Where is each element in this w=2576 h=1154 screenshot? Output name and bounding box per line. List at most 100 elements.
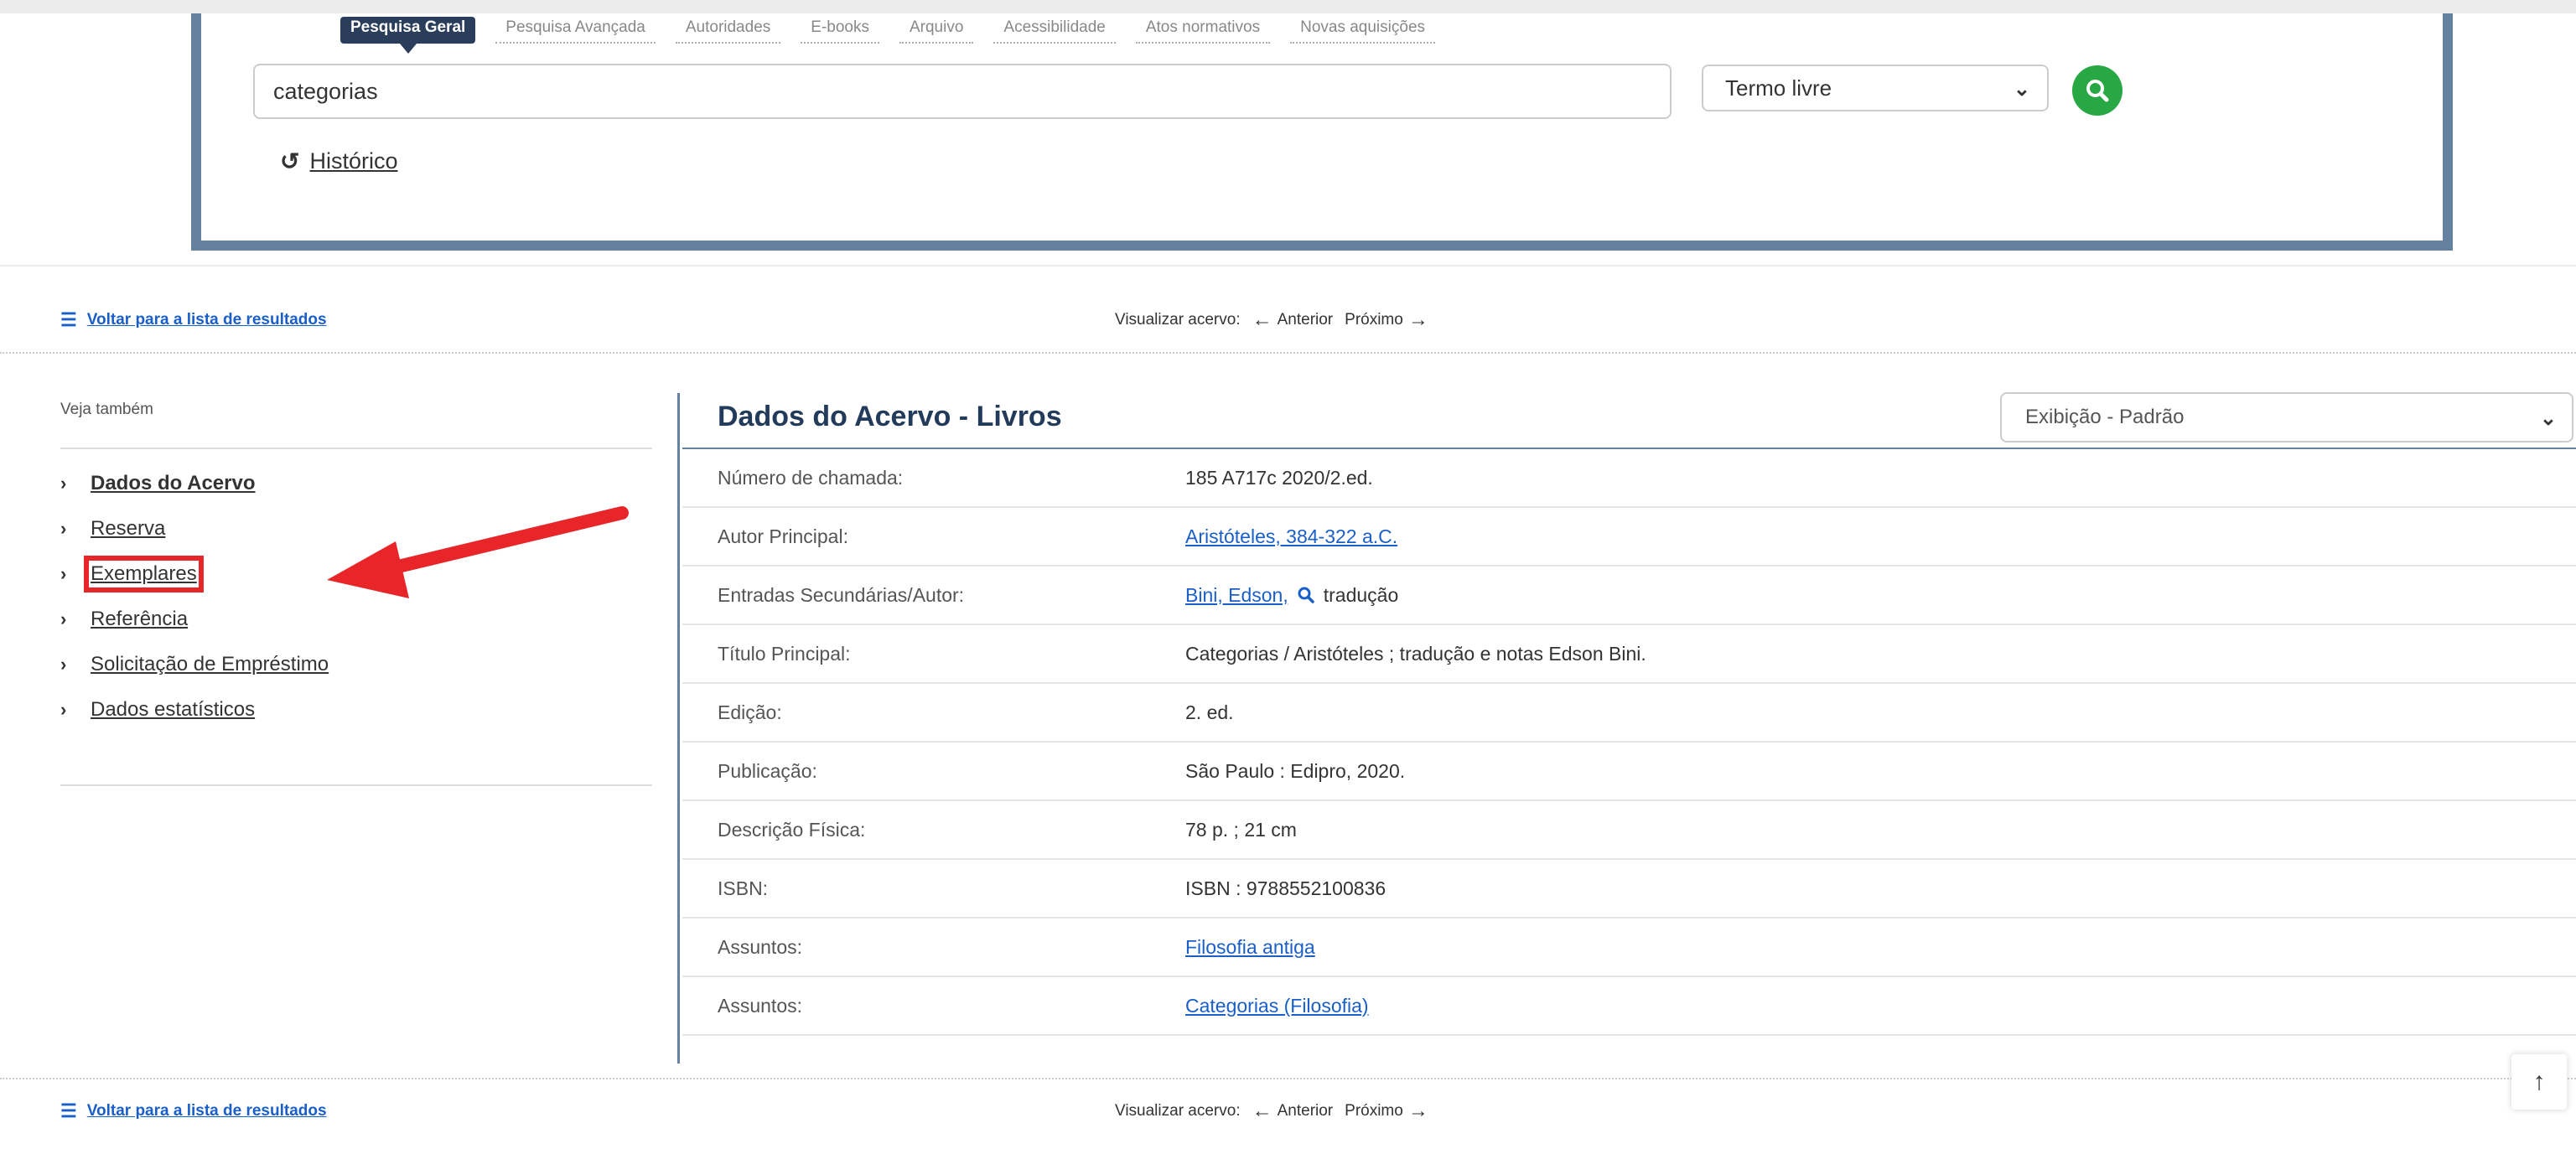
tab-pesquisa-geral[interactable]: Pesquisa Geral — [340, 17, 476, 54]
sidebar-item-label: Reserva — [91, 517, 166, 540]
field-row: Publicação: São Paulo : Edipro, 2020. — [682, 743, 2576, 801]
secondary-author-link[interactable]: Bini, Edson, — [1185, 584, 1288, 607]
field-label: Assuntos: — [718, 994, 802, 1017]
record-navigation: Visualizar acervo: ← Anterior Próximo → — [1115, 1100, 1428, 1123]
previous-button[interactable]: ← Anterior — [1252, 1100, 1334, 1123]
sidebar-item-label: Dados estatísticos — [91, 698, 256, 721]
main-content: ☰ Voltar para a lista de resultados Visu… — [0, 267, 2576, 1154]
display-mode-select[interactable]: Exibição - Padrão ⌄ — [2000, 392, 2573, 442]
field-value: Filosofia antiga — [1185, 936, 1315, 959]
sidebar-heading: Veja também — [60, 401, 153, 418]
role-text: tradução — [1323, 583, 1399, 606]
sidebar-item-label: Exemplares — [84, 556, 204, 593]
field-value: 2. ed. — [1185, 701, 1234, 724]
back-to-results-label: Voltar para a lista de resultados — [86, 1102, 327, 1120]
record-panel: Dados do Acervo - Livros Exibição - Padr… — [682, 386, 2576, 1036]
tab-atos-normativos[interactable]: Atos normativos — [1135, 17, 1271, 44]
results-nav-top: ☰ Voltar para a lista de resultados Visu… — [0, 288, 2576, 354]
field-value: São Paulo : Edipro, 2020. — [1185, 760, 1405, 783]
field-label: Edição: — [718, 701, 782, 723]
vertical-divider — [677, 393, 680, 1063]
subject-link[interactable]: Filosofia antiga — [1185, 936, 1315, 959]
back-to-results-link[interactable]: ☰ Voltar para a lista de resultados — [60, 1100, 327, 1122]
sidebar-item-referencia[interactable]: › Referência — [60, 597, 652, 642]
next-button[interactable]: Próximo → — [1345, 308, 1428, 332]
field-row: Descrição Física: 78 p. ; 21 cm — [682, 801, 2576, 860]
search-field-select-value: Termo livre — [1725, 75, 1832, 101]
search-button[interactable] — [2072, 65, 2122, 116]
back-to-results-label: Voltar para a lista de resultados — [86, 311, 327, 329]
arrow-left-icon: ← — [1252, 1100, 1272, 1122]
history-icon: ↺ — [280, 148, 300, 174]
divider — [60, 784, 652, 786]
next-label: Próximo — [1345, 1102, 1403, 1120]
previous-button[interactable]: ← Anterior — [1252, 308, 1334, 332]
arrow-left-icon: ← — [1252, 308, 1272, 331]
tab-acessibilidade[interactable]: Acessibilidade — [993, 17, 1116, 44]
tab-arquivo[interactable]: Arquivo — [899, 17, 974, 44]
field-value: 185 A717c 2020/2.ed. — [1185, 467, 1373, 489]
field-label: Número de chamada: — [718, 466, 904, 489]
back-to-results-link[interactable]: ☰ Voltar para a lista de resultados — [60, 309, 327, 331]
page: Pesquisa Geral Pesquisa Avançada Autorid… — [0, 0, 2576, 1154]
field-row: Autor Principal: Aristóteles, 384-322 a.… — [682, 508, 2576, 567]
previous-label: Anterior — [1277, 311, 1334, 329]
field-value: Aristóteles, 384-322 a.C. — [1185, 525, 1397, 548]
chevron-down-icon: ⌄ — [2013, 78, 2030, 101]
visualizar-label: Visualizar acervo: — [1115, 1102, 1241, 1120]
field-value: ISBN : 9788552100836 — [1185, 877, 1386, 900]
search-tabs: Pesquisa Geral Pesquisa Avançada Autorid… — [340, 17, 1436, 54]
author-link[interactable]: Aristóteles, 384-322 a.C. — [1185, 525, 1397, 548]
field-value-text: Categorias / Aristóteles ; tradução e no… — [1185, 642, 1646, 665]
sidebar-item-label: Solicitação de Empréstimo — [91, 653, 329, 675]
history-link[interactable]: ↺ Histórico — [280, 147, 398, 175]
search-icon[interactable] — [1297, 586, 1315, 604]
search-field-select[interactable]: Termo livre ⌄ — [1702, 65, 2049, 111]
field-row: Assuntos: Filosofia antiga — [682, 919, 2576, 977]
list-icon: ☰ — [60, 309, 77, 330]
tab-e-books[interactable]: E-books — [801, 17, 879, 44]
field-label: Publicação: — [718, 759, 817, 782]
record-title: Dados do Acervo - Livros — [718, 400, 1062, 432]
field-label: Descrição Física: — [718, 818, 866, 841]
arrow-up-icon: ↑ — [2532, 1068, 2546, 1095]
field-row: ISBN: ISBN : 9788552100836 — [682, 860, 2576, 919]
search-panel: Pesquisa Geral Pesquisa Avançada Autorid… — [191, 13, 2453, 251]
previous-label: Anterior — [1277, 1102, 1334, 1120]
search-area: Pesquisa Geral Pesquisa Avançada Autorid… — [0, 13, 2576, 265]
chevron-right-icon: › — [60, 563, 67, 584]
field-row: Edição: 2. ed. — [682, 684, 2576, 743]
chevron-down-icon: ⌄ — [2539, 407, 2557, 430]
record-fields: Número de chamada: 185 A717c 2020/2.ed. … — [682, 449, 2576, 1036]
next-button[interactable]: Próximo → — [1345, 1100, 1428, 1123]
chevron-right-icon: › — [60, 699, 67, 720]
field-value: 78 p. ; 21 cm — [1185, 819, 1297, 841]
field-label: Título Principal: — [718, 642, 851, 665]
field-label: ISBN: — [718, 877, 769, 899]
tab-autoridades[interactable]: Autoridades — [675, 17, 781, 44]
search-input[interactable] — [253, 64, 1672, 119]
tab-novas-aquisicoes[interactable]: Novas aquisições — [1290, 17, 1436, 44]
field-value-text: 78 p. ; 21 cm — [1185, 818, 1297, 841]
scroll-to-top-button[interactable]: ↑ — [2511, 1054, 2567, 1110]
history-label: Histórico — [309, 148, 398, 173]
subject-link[interactable]: Categorias (Filosofia) — [1185, 995, 1369, 1017]
tab-pesquisa-avancada[interactable]: Pesquisa Avançada — [495, 17, 656, 44]
visualizar-label: Visualizar acervo: — [1115, 311, 1241, 329]
sidebar-item-label: Dados do Acervo — [91, 472, 256, 494]
sidebar-item-solicitacao-de-emprestimo[interactable]: › Solicitação de Empréstimo — [60, 642, 652, 687]
field-value-text: 2. ed. — [1185, 701, 1234, 723]
field-label: Autor Principal: — [718, 525, 848, 547]
field-label: Entradas Secundárias/Autor: — [718, 583, 965, 606]
search-icon — [2086, 80, 2109, 102]
field-row: Entradas Secundárias/Autor: Bini, Edson,… — [682, 567, 2576, 625]
sidebar-item-dados-estatisticos[interactable]: › Dados estatísticos — [60, 687, 652, 732]
field-value-text: ISBN : 9788552100836 — [1185, 877, 1386, 899]
annotation-arrow-icon — [327, 506, 629, 598]
sidebar-item-label: Referência — [91, 608, 189, 630]
record-navigation: Visualizar acervo: ← Anterior Próximo → — [1115, 308, 1428, 332]
arrow-right-icon: → — [1407, 1100, 1428, 1122]
next-label: Próximo — [1345, 311, 1403, 329]
chevron-right-icon: › — [60, 654, 67, 675]
field-value-text: 185 A717c 2020/2.ed. — [1185, 466, 1373, 489]
